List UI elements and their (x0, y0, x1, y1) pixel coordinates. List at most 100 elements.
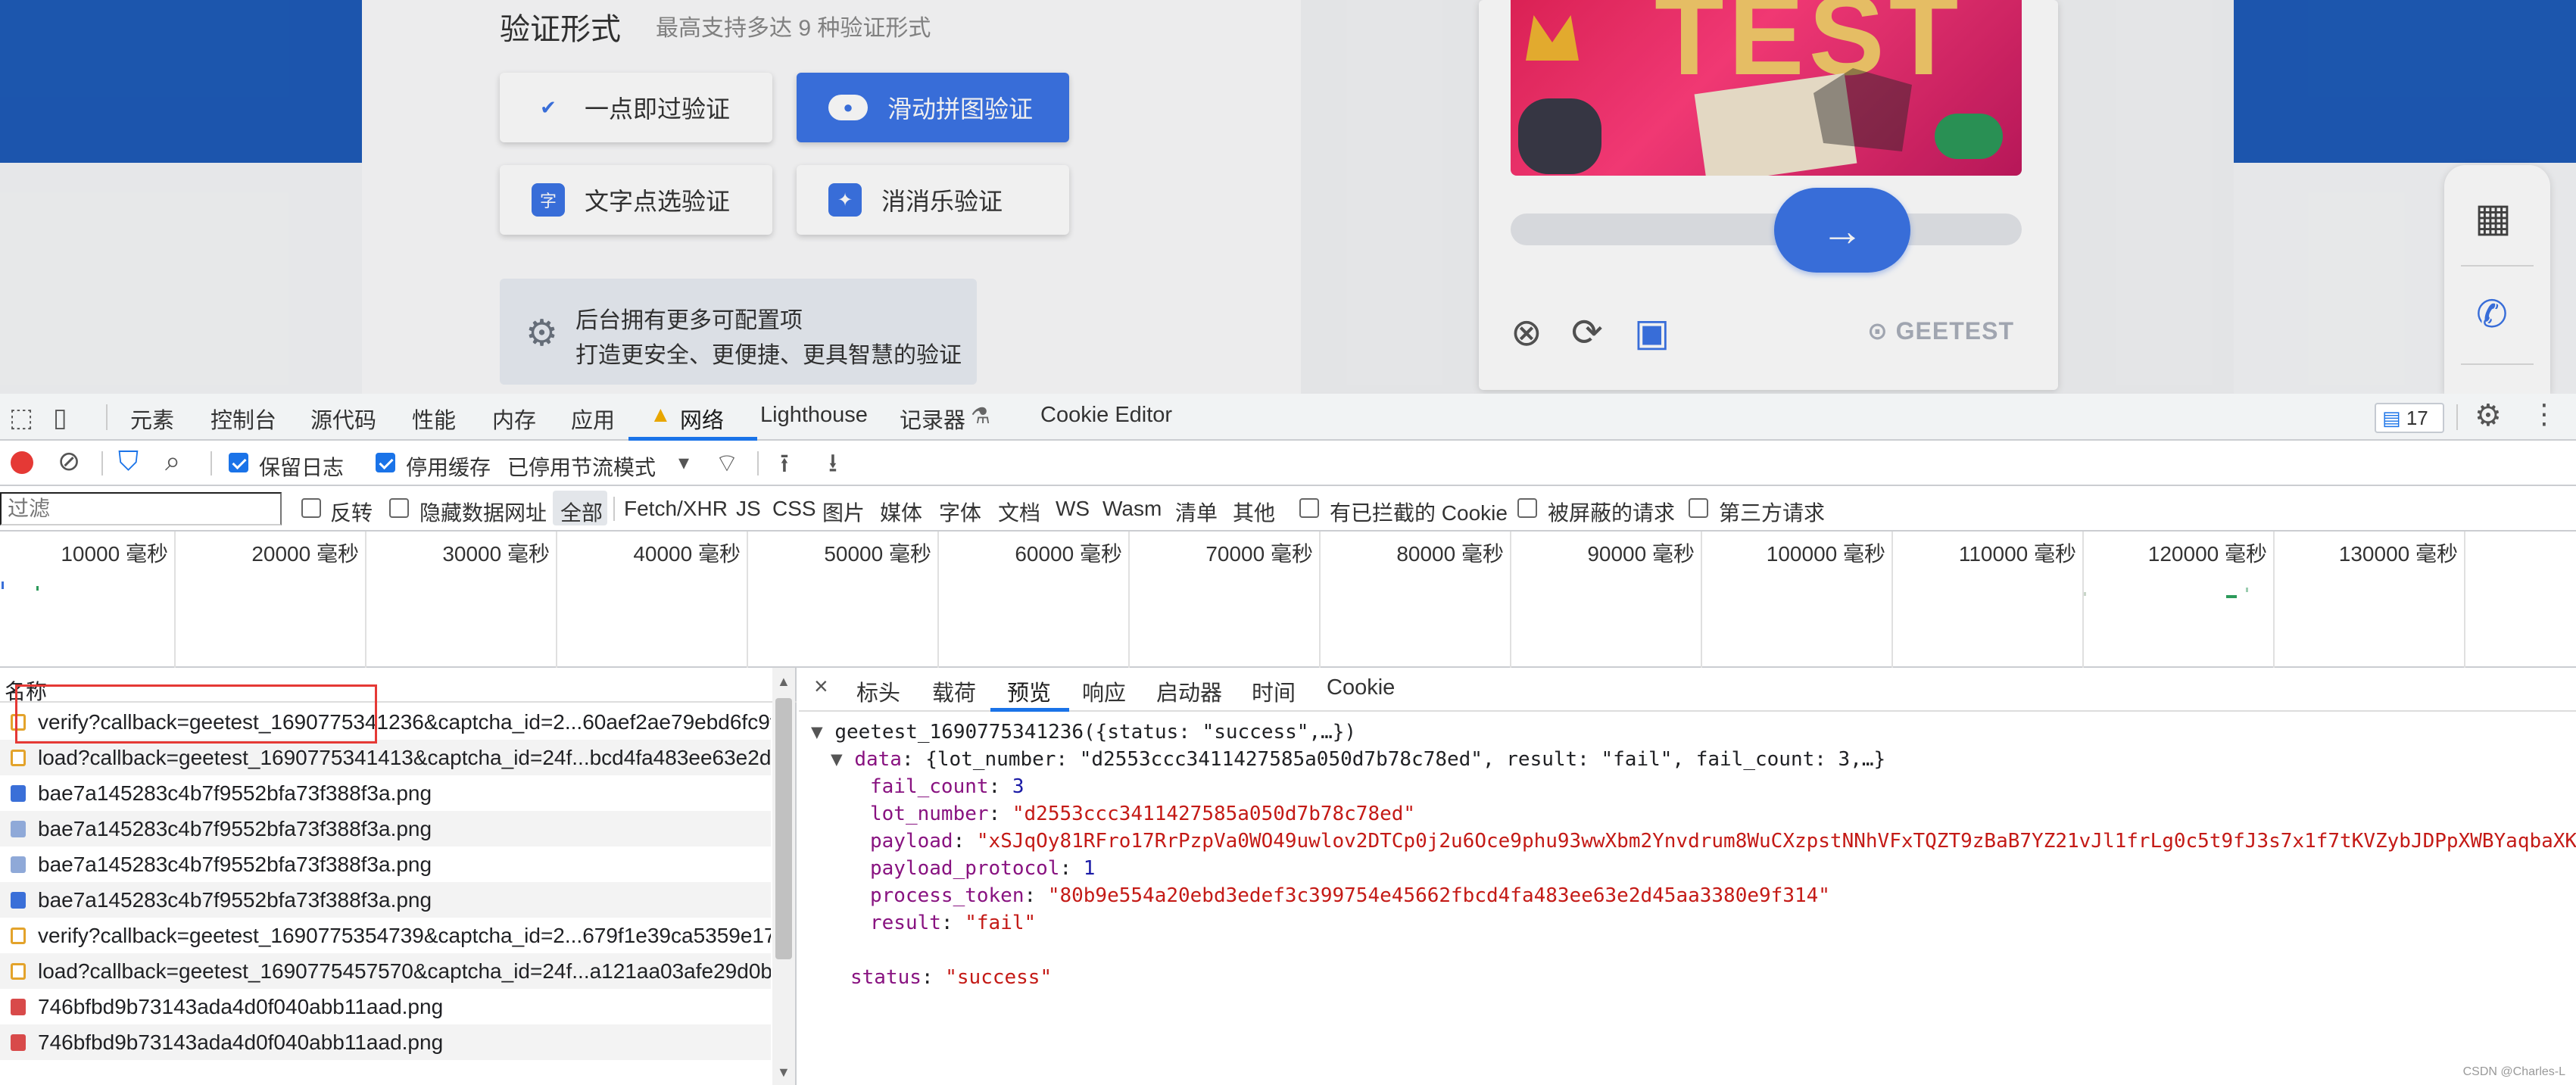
slider-track[interactable] (1511, 214, 2022, 245)
detail-tab-timing[interactable]: 时间 (1252, 675, 1296, 707)
request-row[interactable]: load?callback=geetest_1690775341413&capt… (0, 740, 771, 775)
script-file-icon (11, 963, 26, 980)
detail-tab-headers[interactable]: 标头 (856, 675, 900, 707)
filter-type-manifest[interactable]: 清单 (1175, 497, 1218, 527)
request-row[interactable]: 746bfbd9b73143ada4d0f040abb11aad.png (0, 1024, 771, 1060)
text-click-verify-button[interactable]: 字 文字点选验证 (500, 165, 772, 235)
filter-type-css[interactable]: CSS (772, 497, 816, 521)
search-icon[interactable]: ⌕ (165, 445, 180, 478)
request-name: bae7a145283c4b7f9552bfa73f388f3a.png (38, 817, 432, 840)
expand-triangle-icon[interactable]: ▼ (811, 721, 823, 744)
chevron-down-icon[interactable]: ▾ (678, 450, 689, 475)
export-har-icon[interactable]: ⭳ (828, 445, 837, 488)
tab-application[interactable]: 应用 (571, 403, 615, 435)
detail-tab-initiator[interactable]: 启动器 (1156, 675, 1222, 707)
blocked-requests-checkbox[interactable] (1517, 498, 1537, 518)
filter-type-doc[interactable]: 文档 (998, 497, 1040, 527)
filter-type-wasm[interactable]: Wasm (1102, 497, 1162, 521)
detail-tab-payload[interactable]: 载荷 (932, 675, 976, 707)
request-row[interactable]: bae7a145283c4b7f9552bfa73f388f3a.png (0, 846, 771, 882)
timeline-tick-label: 30000 毫秒 (442, 542, 550, 566)
floating-sidebar: ▦ ✆ (2444, 165, 2550, 394)
request-row[interactable]: load?callback=geetest_1690775457570&capt… (0, 953, 771, 989)
record-icon[interactable] (11, 451, 33, 474)
import-har-icon[interactable]: ⭱ (780, 445, 789, 488)
request-row[interactable]: bae7a145283c4b7f9552bfa73f388f3a.png (0, 775, 771, 811)
tab-elements[interactable]: 元素 (130, 403, 174, 435)
filter-type-all[interactable]: 全部 (560, 497, 603, 527)
timeline-tick-label: 10000 毫秒 (61, 542, 168, 566)
filter-type-img[interactable]: 图片 (822, 497, 865, 527)
tab-recorder[interactable]: 记录器 (900, 403, 965, 435)
request-name: 746bfbd9b73143ada4d0f040abb11aad.png (38, 1030, 444, 1054)
throttling-select[interactable]: 已停用节流模式 (507, 451, 656, 482)
list-scrollbar-thumb[interactable] (775, 698, 792, 959)
filter-type-js[interactable]: JS (736, 497, 761, 521)
request-row[interactable]: bae7a145283c4b7f9552bfa73f388f3a.png (0, 882, 771, 918)
filter-icon[interactable]: ⛉ (118, 445, 139, 478)
tab-console[interactable]: 控制台 (211, 403, 276, 435)
scroll-down-icon[interactable]: ▼ (777, 1065, 791, 1080)
network-overview-timeline[interactable]: 10000 毫秒 20000 毫秒 30000 毫秒 40000 毫秒 50000 毫秒… (0, 532, 2576, 668)
detail-tab-bar: × 标头 载荷 预览 响应 启动器 时间 Cookie (799, 668, 2576, 712)
request-row[interactable]: verify?callback=geetest_1690775354739&ca… (0, 918, 771, 953)
slider-handle[interactable]: → (1774, 188, 1910, 273)
disable-cache-label: 停用缓存 (406, 456, 491, 479)
hide-data-urls-label: 隐藏数据网址 (419, 501, 547, 525)
image-file-icon (11, 785, 26, 802)
timeline-gridline (174, 532, 176, 668)
blocked-cookies-checkbox[interactable] (1299, 498, 1319, 518)
hide-data-urls-checkbox[interactable] (389, 498, 409, 518)
detail-tab-preview[interactable]: 预览 (1007, 675, 1051, 707)
more-options-icon[interactable]: ⋮ (2531, 398, 2558, 430)
feedback-icon[interactable]: ▣ (1634, 310, 1670, 354)
sparkle-icon: ✦ (828, 183, 862, 217)
preview-field-payload: payload: "xSJqOy81RFro17RrPzpVa0WO49uwlo… (870, 830, 2576, 853)
scroll-up-icon[interactable]: ▲ (777, 674, 791, 690)
filter-type-font[interactable]: 字体 (939, 497, 981, 527)
filter-type-media[interactable]: 媒体 (880, 497, 922, 527)
one-click-verify-button[interactable]: ✔ 一点即过验证 (500, 73, 772, 142)
tab-lighthouse[interactable]: Lighthouse (760, 403, 868, 428)
expand-triangle-icon[interactable]: ▼ (831, 748, 843, 771)
timeline-gridline (937, 532, 939, 668)
disable-cache-checkbox[interactable] (376, 453, 395, 472)
preserve-log-checkbox[interactable] (229, 453, 248, 472)
clear-icon[interactable]: ⊘ (58, 445, 80, 477)
filter-type-fetch-xhr[interactable]: Fetch/XHR (624, 497, 728, 521)
issues-badge[interactable]: ▤ 17 (2375, 403, 2444, 433)
filter-type-other[interactable]: 其他 (1233, 497, 1275, 527)
settings-gear-icon[interactable]: ⚙ (2475, 398, 2502, 433)
warning-icon: ▲ (650, 403, 672, 427)
invert-checkbox[interactable] (301, 498, 321, 518)
preview-data-line[interactable]: ▼ data: {lot_number: "d2553ccc3411427585… (831, 748, 1885, 771)
tab-sources[interactable]: 源代码 (310, 403, 376, 435)
qr-code-icon[interactable]: ▦ (2475, 195, 2512, 241)
request-name: bae7a145283c4b7f9552bfa73f388f3a.png (38, 888, 432, 912)
inspect-element-icon[interactable]: ⬚ (9, 403, 33, 433)
detail-tab-response[interactable]: 响应 (1082, 675, 1126, 707)
preview-root-line[interactable]: ▼ geetest_1690775341236({status: "succes… (811, 721, 1356, 744)
config-info-box: ⚙ 后台拥有更多可配置项 打造更安全、更便捷、更具智慧的验证 (500, 279, 977, 385)
timeline-gridline (365, 532, 366, 668)
request-row[interactable]: bae7a145283c4b7f9552bfa73f388f3a.png (0, 811, 771, 846)
request-row[interactable]: 746bfbd9b73143ada4d0f040abb11aad.png (0, 989, 771, 1024)
detail-tab-cookies[interactable]: Cookie (1327, 675, 1395, 700)
tab-cookie-editor[interactable]: Cookie Editor (1040, 403, 1172, 428)
tab-network[interactable]: 网络 (680, 403, 724, 435)
close-icon[interactable]: × (814, 672, 828, 700)
slide-puzzle-verify-button[interactable]: ● 滑动拼图验证 (797, 73, 1069, 142)
message-icon: ▤ (2382, 407, 2401, 429)
slider-toggle-icon: ● (828, 95, 868, 120)
filter-type-ws[interactable]: WS (1056, 497, 1090, 521)
third-party-checkbox[interactable] (1689, 498, 1708, 518)
network-conditions-icon[interactable]: ⌔ (715, 447, 739, 479)
close-circle-icon[interactable]: ⊗ (1511, 310, 1542, 354)
match-game-verify-button[interactable]: ✦ 消消乐验证 (797, 165, 1069, 235)
device-toggle-icon[interactable]: ▯ (53, 403, 67, 433)
tab-performance[interactable]: 性能 (412, 403, 456, 435)
refresh-icon[interactable]: ⟳ (1571, 310, 1603, 354)
filter-input[interactable] (0, 492, 282, 525)
tab-memory[interactable]: 内存 (492, 403, 536, 435)
phone-icon[interactable]: ✆ (2476, 292, 2508, 336)
